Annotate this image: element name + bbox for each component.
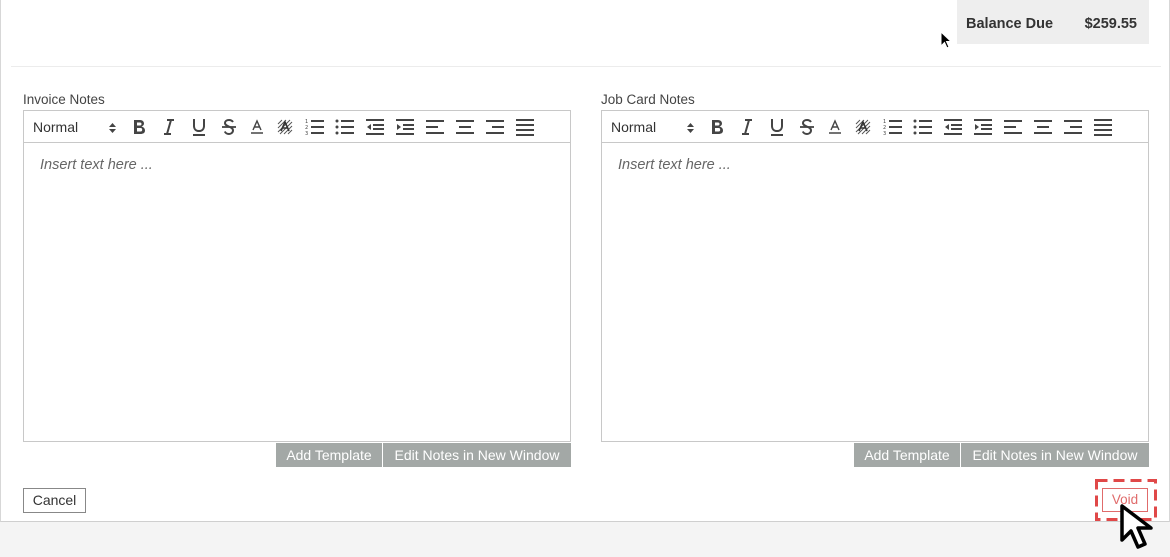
font-color-icon[interactable]	[246, 116, 268, 138]
italic-icon[interactable]	[158, 116, 180, 138]
align-center-icon[interactable]	[1032, 116, 1054, 138]
job-card-add-template-button[interactable]: Add Template	[854, 443, 960, 467]
bullet-list-icon[interactable]	[334, 116, 356, 138]
balance-due-label: Balance Due	[966, 16, 1054, 32]
invoice-notes-toolbar: Normal 123	[24, 111, 570, 143]
job-card-edit-notes-window-button[interactable]: Edit Notes in New Window	[961, 443, 1149, 467]
svg-text:3: 3	[305, 131, 308, 136]
invoice-notes-label: Invoice Notes	[23, 92, 105, 107]
invoice-add-template-button[interactable]: Add Template	[276, 443, 382, 467]
bullet-list-icon[interactable]	[912, 116, 934, 138]
select-arrows-icon	[687, 123, 694, 133]
invoice-panel: Balance Due $259.55 Invoice Notes Normal…	[0, 0, 1170, 522]
align-justify-icon[interactable]	[1092, 116, 1114, 138]
underline-icon[interactable]	[188, 116, 210, 138]
job-card-notes-toolbar: Normal 123	[602, 111, 1148, 143]
section-divider	[11, 66, 1161, 67]
align-right-icon[interactable]	[484, 116, 506, 138]
select-arrows-icon	[109, 123, 116, 133]
bold-icon[interactable]	[706, 116, 728, 138]
invoice-notes-editor[interactable]: Normal 123 Insert text here ...	[23, 110, 571, 442]
align-left-icon[interactable]	[1002, 116, 1024, 138]
outdent-icon[interactable]	[364, 116, 386, 138]
job-card-notes-label: Job Card Notes	[601, 92, 695, 107]
mouse-pointer-icon	[940, 31, 953, 49]
underline-icon[interactable]	[766, 116, 788, 138]
ordered-list-icon[interactable]: 123	[304, 116, 326, 138]
format-select[interactable]: Normal	[33, 119, 117, 137]
cancel-button[interactable]: Cancel	[23, 488, 86, 513]
svg-text:3: 3	[883, 131, 886, 136]
align-justify-icon[interactable]	[514, 116, 536, 138]
balance-due-value: $259.55	[1084, 16, 1137, 32]
format-select-value: Normal	[33, 119, 79, 135]
highlight-color-icon[interactable]	[852, 116, 874, 138]
job-card-notes-placeholder: Insert text here ...	[618, 157, 731, 173]
align-right-icon[interactable]	[1062, 116, 1084, 138]
strikethrough-icon[interactable]	[218, 116, 240, 138]
align-left-icon[interactable]	[424, 116, 446, 138]
job-card-notes-editor[interactable]: Normal 123 Insert text here ...	[601, 110, 1149, 442]
bold-icon[interactable]	[128, 116, 150, 138]
pointer-cursor-icon	[1120, 504, 1153, 549]
outdent-icon[interactable]	[942, 116, 964, 138]
align-center-icon[interactable]	[454, 116, 476, 138]
strikethrough-icon[interactable]	[796, 116, 818, 138]
italic-icon[interactable]	[736, 116, 758, 138]
invoice-edit-notes-window-button[interactable]: Edit Notes in New Window	[383, 443, 571, 467]
font-color-icon[interactable]	[824, 116, 846, 138]
ordered-list-icon[interactable]: 123	[882, 116, 904, 138]
format-select-value: Normal	[611, 119, 657, 135]
highlight-color-icon[interactable]	[274, 116, 296, 138]
indent-icon[interactable]	[972, 116, 994, 138]
indent-icon[interactable]	[394, 116, 416, 138]
format-select[interactable]: Normal	[611, 119, 695, 137]
invoice-notes-placeholder: Insert text here ...	[40, 157, 153, 173]
